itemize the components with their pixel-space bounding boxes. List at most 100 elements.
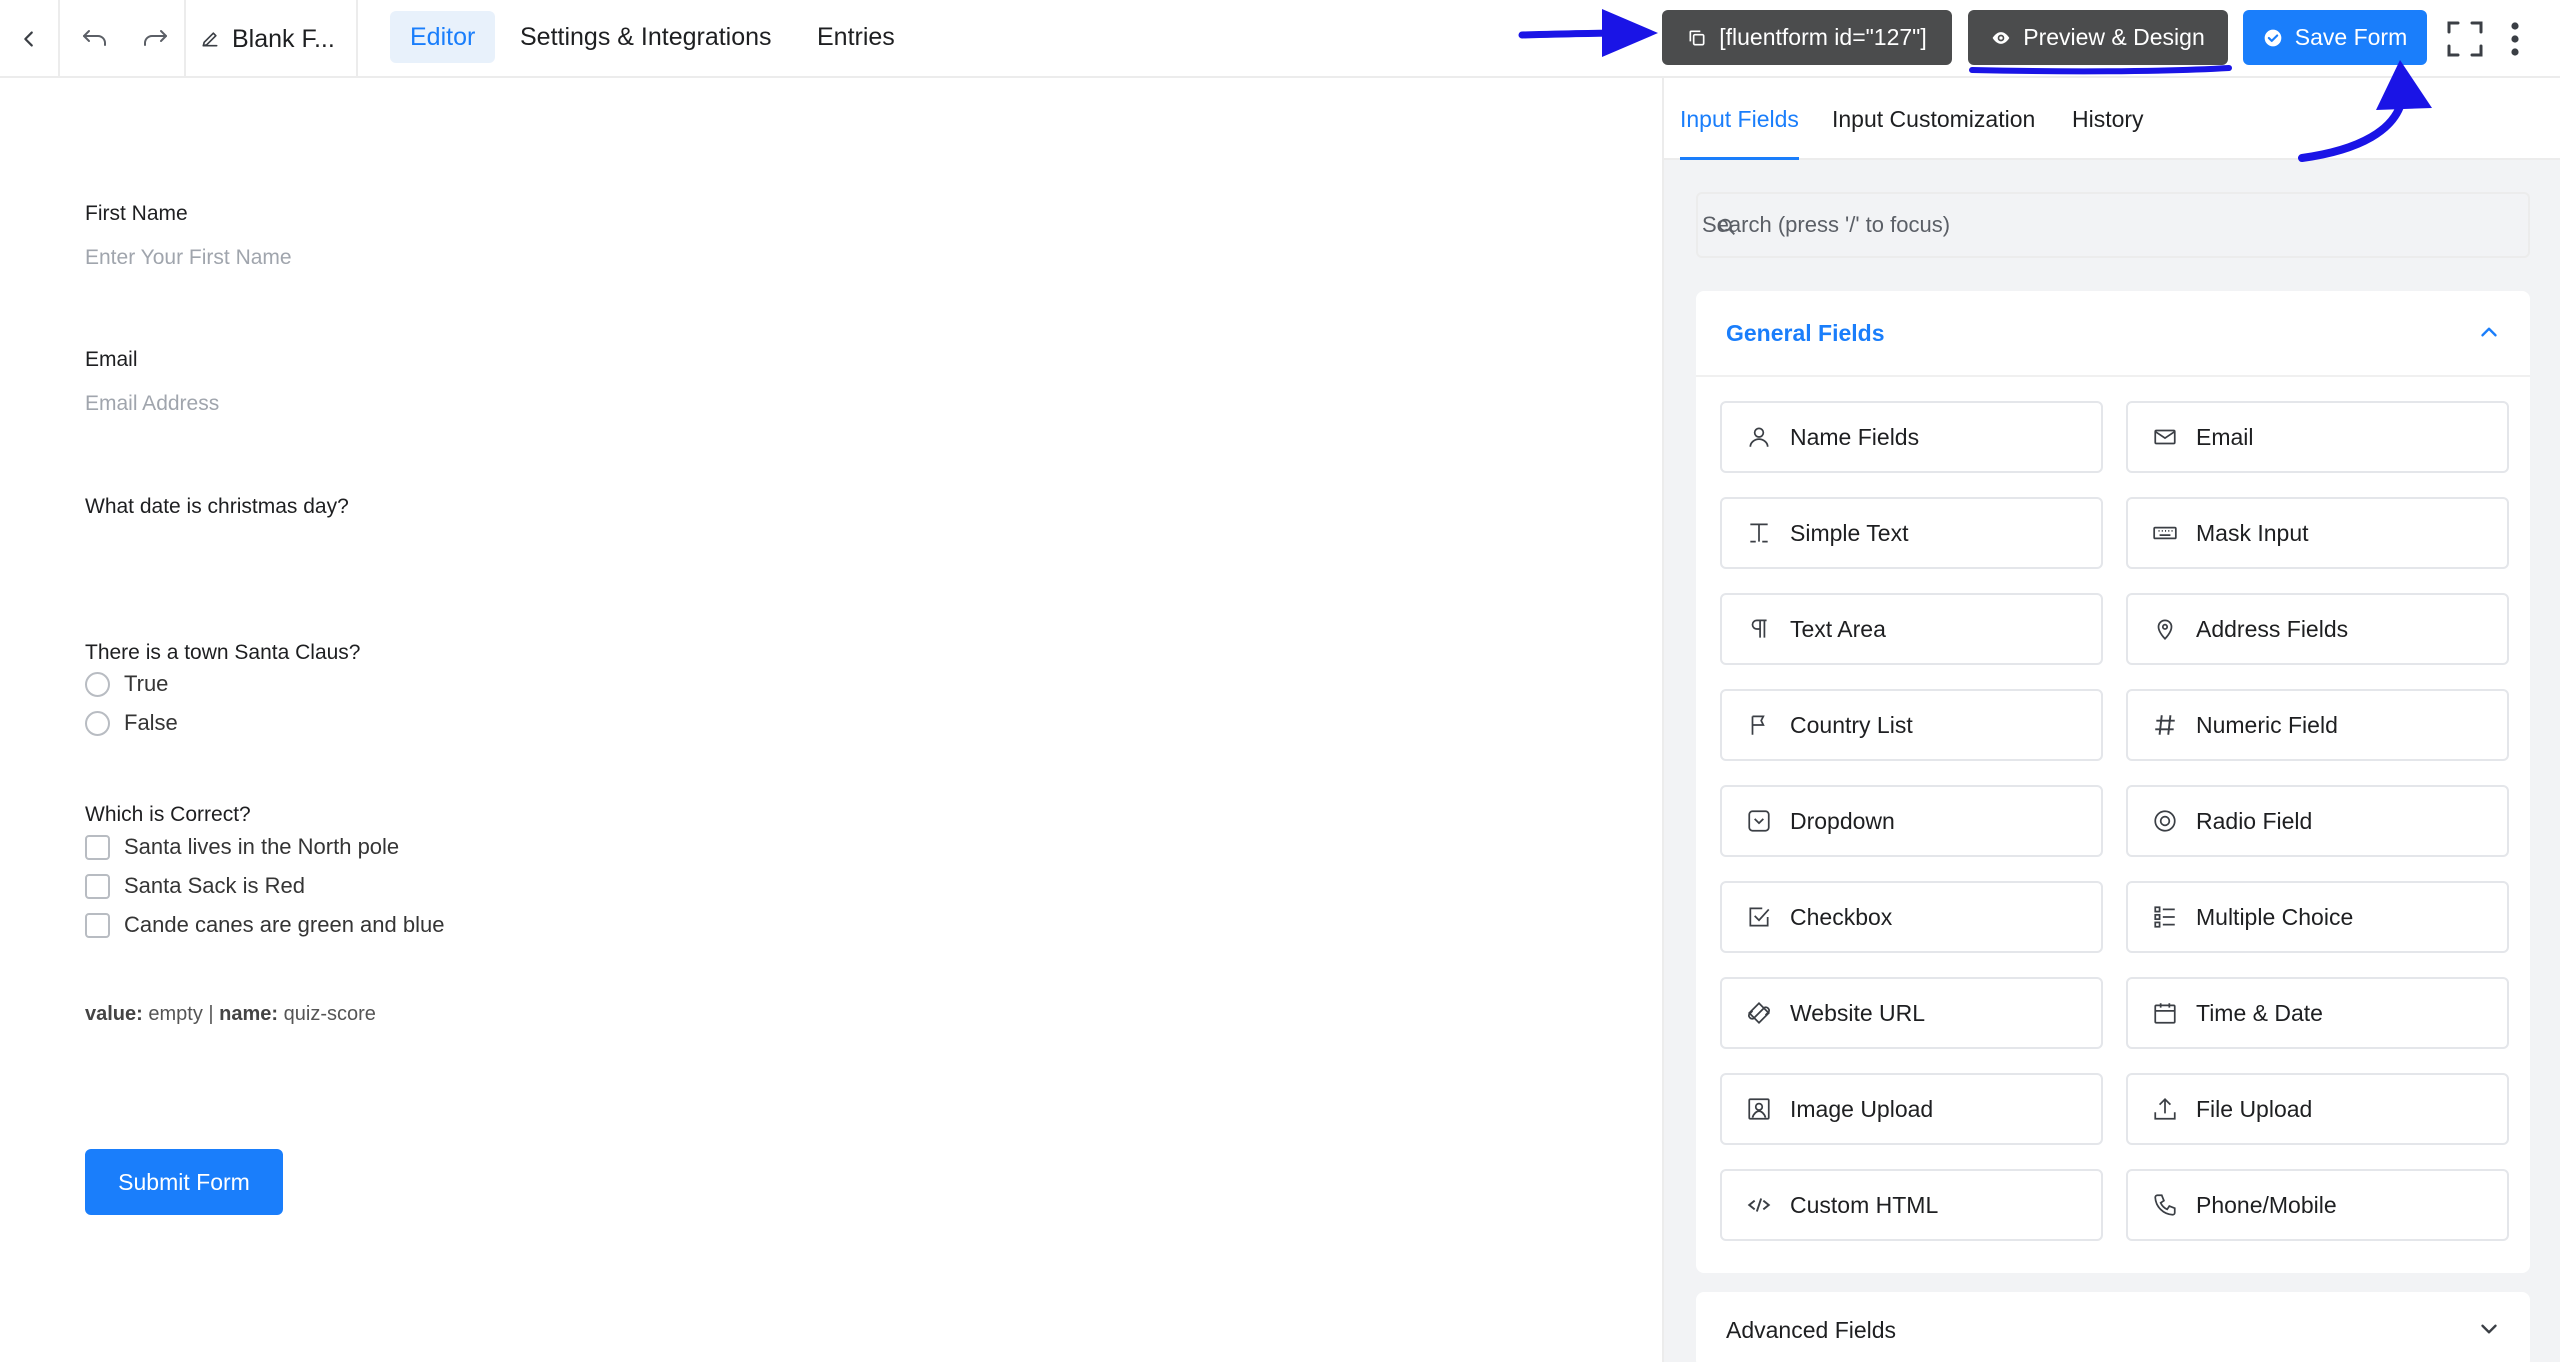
- radio-option-label: False: [124, 710, 178, 735]
- radio-option-true[interactable]: True: [85, 671, 168, 697]
- checkbox-icon: [1749, 907, 1770, 927]
- search-placeholder: Search (press '/' to focus): [1702, 212, 1951, 237]
- first-name-input[interactable]: Enter Your First Name: [85, 246, 292, 270]
- chevron-down-icon: [2481, 1324, 2497, 1334]
- general-fields-header[interactable]: General Fields: [1696, 291, 2530, 377]
- checkbox-option[interactable]: Santa Sack is Red: [85, 873, 305, 899]
- submit-label: Submit Form: [118, 1168, 250, 1195]
- checkbox-option-label: Santa Sack is Red: [124, 873, 305, 898]
- tab-settings-integrations[interactable]: Settings & Integrations: [500, 11, 792, 63]
- checkbox-option[interactable]: Cande canes are green and blue: [85, 912, 444, 938]
- radio-icon: [2154, 810, 2176, 832]
- hash-icon: [2155, 715, 2175, 735]
- search-icon: [1718, 218, 1735, 235]
- field-label: Checkbox: [1790, 903, 1893, 930]
- field-time-date[interactable]: Time & Date: [2126, 977, 2509, 1049]
- field-dropdown[interactable]: Dropdown: [1720, 785, 2103, 857]
- email-label: Email: [85, 348, 138, 371]
- field-label: Multiple Choice: [2196, 903, 2354, 930]
- general-fields-panel: General Fields Name Fields Email Simple …: [1696, 291, 2530, 1273]
- tab-label: Input Fields: [1680, 105, 1799, 132]
- tab-label: Input Customization: [1832, 105, 2036, 132]
- tab-entries[interactable]: Entries: [797, 11, 915, 63]
- fields-sidebar: Input Fields Input Customization History…: [1662, 78, 2560, 1362]
- checkbox-option[interactable]: Santa lives in the North pole: [85, 834, 399, 860]
- advanced-fields-title: Advanced Fields: [1726, 1316, 1897, 1343]
- save-form-button[interactable]: Save Form: [2243, 10, 2427, 65]
- checkbox[interactable]: [85, 834, 110, 860]
- radio-button[interactable]: [85, 671, 110, 697]
- form-title[interactable]: Blank F...: [200, 0, 335, 78]
- checkbox-question-label: Which is Correct?: [85, 803, 251, 826]
- tab-input-customization[interactable]: Input Customization: [1832, 78, 2035, 160]
- radio-option-label: True: [124, 671, 169, 696]
- field-label: Simple Text: [1790, 519, 1909, 546]
- field-numeric-field[interactable]: Numeric Field: [2126, 689, 2509, 761]
- field-email[interactable]: Email: [2126, 401, 2509, 473]
- form-title-text: Blank F...: [232, 24, 335, 53]
- separator: |: [208, 1003, 214, 1025]
- field-phone-mobile[interactable]: Phone/Mobile: [2126, 1169, 2509, 1241]
- map-pin-icon: [2157, 619, 2173, 640]
- tab-editor[interactable]: Editor: [390, 11, 496, 63]
- date-question-label: What date is christmas day?: [85, 495, 349, 518]
- field-label: Country List: [1790, 711, 1913, 738]
- redo-button[interactable]: [130, 0, 180, 78]
- top-bar: Blank F... Editor Settings & Integration…: [0, 0, 2560, 78]
- radio-button[interactable]: [85, 710, 110, 736]
- field-file-upload[interactable]: File Upload: [2126, 1073, 2509, 1145]
- field-image-upload[interactable]: Image Upload: [1720, 1073, 2103, 1145]
- undo-button[interactable]: [70, 0, 120, 78]
- field-label: Website URL: [1790, 999, 1926, 1026]
- chevron-up-icon: [2481, 327, 2497, 337]
- list-icon: [2154, 906, 2175, 928]
- field-name-fields[interactable]: Name Fields: [1720, 401, 2103, 473]
- divider: [184, 0, 186, 78]
- email-input[interactable]: Email Address: [85, 392, 219, 416]
- field-label: Dropdown: [1790, 807, 1895, 834]
- preview-design-button[interactable]: Preview & Design: [1968, 10, 2228, 65]
- paragraph-icon: [1751, 619, 1767, 638]
- radio-question-label: There is a town Santa Claus?: [85, 641, 361, 664]
- field-text-area[interactable]: Text Area: [1720, 593, 2103, 665]
- undo-icon: [83, 30, 106, 46]
- text-cursor-icon: [1750, 523, 1768, 543]
- preview-label: Preview & Design: [2023, 24, 2205, 50]
- checkbox[interactable]: [85, 873, 110, 899]
- hidden-field-info[interactable]: value: empty | name: quiz-score: [85, 1003, 376, 1026]
- tab-label: Entries: [817, 22, 895, 51]
- field-address-fields[interactable]: Address Fields: [2126, 593, 2509, 665]
- advanced-fields-header[interactable]: Advanced Fields: [1696, 1292, 2530, 1362]
- tab-label: Settings & Integrations: [520, 22, 772, 51]
- field-website-url[interactable]: Website URL: [1720, 977, 2103, 1049]
- field-mask-input[interactable]: Mask Input: [2126, 497, 2509, 569]
- back-button[interactable]: [0, 0, 58, 78]
- field-label: Text Area: [1790, 615, 1886, 642]
- checkbox[interactable]: [85, 912, 110, 938]
- checkbox-option-label: Santa lives in the North pole: [124, 834, 400, 859]
- field-checkbox[interactable]: Checkbox: [1720, 881, 2103, 953]
- field-custom-html[interactable]: Custom HTML: [1720, 1169, 2103, 1241]
- name-text: quiz-score: [283, 1003, 376, 1025]
- first-name-label: First Name: [85, 202, 188, 225]
- calendar-icon: [2154, 1003, 2176, 1024]
- field-label: Email: [2196, 423, 2254, 450]
- field-label: Name Fields: [1790, 423, 1920, 450]
- more-options-button[interactable]: [2500, 0, 2530, 78]
- tab-history[interactable]: History: [2072, 78, 2144, 160]
- field-search-input[interactable]: Search (press '/' to focus): [1696, 192, 2530, 258]
- field-label: File Upload: [2196, 1095, 2313, 1122]
- flag-icon: [1751, 715, 1765, 735]
- tab-input-fields[interactable]: Input Fields: [1680, 78, 1799, 160]
- field-label: Numeric Field: [2196, 711, 2338, 738]
- fullscreen-button[interactable]: [2442, 0, 2488, 78]
- field-country-list[interactable]: Country List: [1720, 689, 2103, 761]
- radio-option-false[interactable]: False: [85, 710, 178, 736]
- user-icon: [1749, 427, 1769, 447]
- divider: [58, 0, 60, 78]
- field-simple-text[interactable]: Simple Text: [1720, 497, 2103, 569]
- field-radio-field[interactable]: Radio Field: [2126, 785, 2509, 857]
- shortcode-copy-button[interactable]: [fluentform id="127"]: [1662, 10, 1952, 65]
- submit-form-button[interactable]: Submit Form: [85, 1149, 283, 1215]
- field-multiple-choice[interactable]: Multiple Choice: [2126, 881, 2509, 953]
